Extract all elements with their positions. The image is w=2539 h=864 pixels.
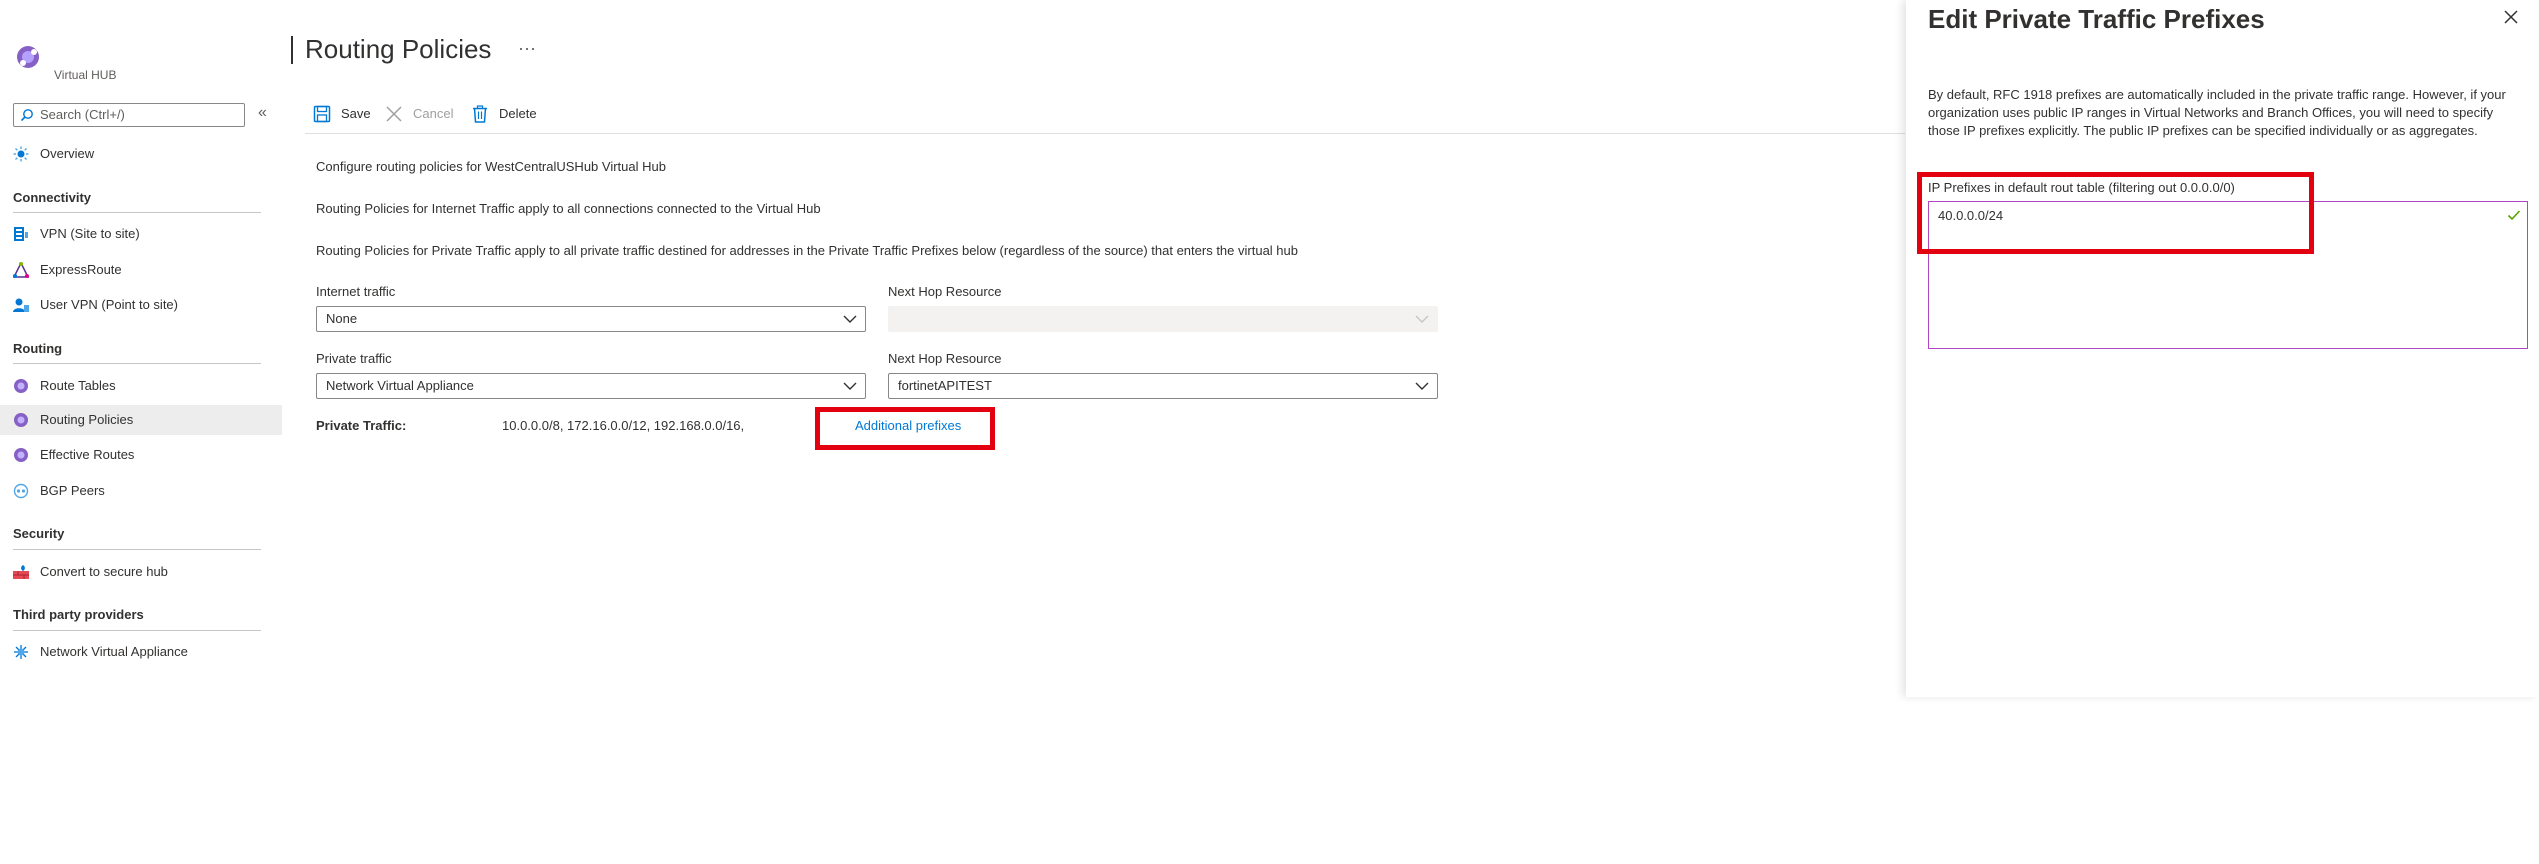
search-input[interactable]: Search (Ctrl+/) xyxy=(13,103,245,127)
chevron-down-icon xyxy=(1415,382,1429,390)
sidebar-item-label: Convert to secure hub xyxy=(40,564,168,579)
section-header-routing: Routing xyxy=(13,341,63,356)
additional-prefixes-link[interactable]: Additional prefixes xyxy=(855,418,961,433)
resource-sidebar: Virtual HUB Search (Ctrl+/) « Overview C… xyxy=(0,0,290,864)
search-icon xyxy=(20,109,33,122)
private-traffic-summary-label: Private Traffic: xyxy=(316,418,407,433)
bgp-peers-icon xyxy=(13,483,29,499)
sidebar-item-label: Routing Policies xyxy=(40,412,134,427)
sidebar-item-label: Network Virtual Appliance xyxy=(40,644,188,659)
effective-routes-icon xyxy=(14,448,28,462)
checkmark-icon xyxy=(2507,210,2521,221)
sidebar-item-label: ExpressRoute xyxy=(40,262,122,277)
sidebar-item-route-tables[interactable]: Route Tables xyxy=(0,371,282,401)
highlight-box xyxy=(1917,172,2314,254)
internet-next-hop-label: Next Hop Resource xyxy=(888,284,1002,299)
private-traffic-dropdown[interactable]: Network Virtual Appliance xyxy=(316,373,866,399)
title-divider xyxy=(291,36,293,64)
section-divider xyxy=(13,212,261,213)
private-traffic-prefixes: 10.0.0.0/8, 172.16.0.0/12, 192.168.0.0/1… xyxy=(502,418,745,433)
chevron-down-icon xyxy=(843,315,857,323)
save-label: Save xyxy=(341,106,371,121)
description-internet: Routing Policies for Internet Traffic ap… xyxy=(316,201,821,216)
section-divider xyxy=(13,363,261,364)
description-private: Routing Policies for Private Traffic app… xyxy=(316,243,1298,258)
close-icon xyxy=(386,106,402,122)
more-actions-button[interactable]: ··· xyxy=(518,38,536,59)
close-icon[interactable] xyxy=(2502,8,2520,26)
description-hub: Configure routing policies for WestCentr… xyxy=(316,159,666,174)
panel-description: By default, RFC 1918 prefixes are automa… xyxy=(1928,87,2506,138)
routing-policies-icon xyxy=(14,413,28,427)
sidebar-item-overview[interactable]: Overview xyxy=(0,139,282,169)
sidebar-item-routing-policies[interactable]: Routing Policies xyxy=(0,405,282,435)
sidebar-item-label: VPN (Site to site) xyxy=(40,226,140,241)
section-divider xyxy=(13,549,261,550)
sidebar-item-label: User VPN (Point to site) xyxy=(40,297,178,312)
private-next-hop-value: fortinetAPITEST xyxy=(898,378,992,393)
private-next-hop-dropdown[interactable]: fortinetAPITEST xyxy=(888,373,1438,399)
search-placeholder: Search (Ctrl+/) xyxy=(40,107,125,122)
user-vpn-icon xyxy=(13,298,29,312)
sidebar-item-bgp-peers[interactable]: BGP Peers xyxy=(0,476,282,506)
save-icon xyxy=(313,105,331,123)
delete-button[interactable]: Delete xyxy=(471,103,543,125)
trash-icon xyxy=(473,105,487,123)
save-button[interactable]: Save xyxy=(313,103,375,125)
sidebar-item-vpn[interactable]: VPN (Site to site) xyxy=(0,219,282,249)
panel-title: Edit Private Traffic Prefixes xyxy=(1928,4,2265,34)
sidebar-item-nva[interactable]: Network Virtual Appliance xyxy=(0,637,282,667)
sidebar-item-user-vpn[interactable]: User VPN (Point to site) xyxy=(0,290,282,320)
cancel-button[interactable]: Cancel xyxy=(385,103,460,125)
overview-icon xyxy=(13,146,29,162)
private-next-hop-label: Next Hop Resource xyxy=(888,351,1002,366)
vpn-gateway-icon xyxy=(14,227,28,241)
chevron-down-icon xyxy=(843,382,857,390)
section-header-third-party: Third party providers xyxy=(13,607,144,622)
route-tables-icon xyxy=(14,379,28,393)
internet-next-hop-dropdown xyxy=(888,306,1438,332)
delete-label: Delete xyxy=(499,106,537,121)
firewall-icon xyxy=(13,565,29,579)
network-virtual-appliance-icon xyxy=(14,645,28,659)
page-title: Routing Policies xyxy=(305,34,492,64)
internet-traffic-value: None xyxy=(326,311,358,326)
section-header-security: Security xyxy=(13,526,65,541)
virtual-hub-icon xyxy=(17,46,39,68)
private-traffic-label: Private traffic xyxy=(316,351,392,366)
sidebar-item-label: Overview xyxy=(40,146,95,161)
cancel-label: Cancel xyxy=(413,106,454,121)
sidebar-item-label: Route Tables xyxy=(40,378,116,393)
internet-traffic-label: Internet traffic xyxy=(316,284,396,299)
expressroute-icon xyxy=(13,262,29,278)
section-header-connectivity: Connectivity xyxy=(13,190,92,205)
toolbar-divider xyxy=(305,133,1905,134)
collapse-sidebar-button[interactable]: « xyxy=(258,104,267,122)
resource-type-label: Virtual HUB xyxy=(54,68,117,82)
sidebar-item-label: BGP Peers xyxy=(40,483,105,498)
internet-traffic-dropdown[interactable]: None xyxy=(316,306,866,332)
private-traffic-value: Network Virtual Appliance xyxy=(326,378,474,393)
sidebar-item-expressroute[interactable]: ExpressRoute xyxy=(0,255,282,285)
section-divider xyxy=(13,630,261,631)
sidebar-item-effective-routes[interactable]: Effective Routes xyxy=(0,440,282,470)
sidebar-item-convert-secure-hub[interactable]: Convert to secure hub xyxy=(0,557,282,587)
chevron-down-icon xyxy=(1415,315,1429,323)
sidebar-item-label: Effective Routes xyxy=(40,447,135,462)
